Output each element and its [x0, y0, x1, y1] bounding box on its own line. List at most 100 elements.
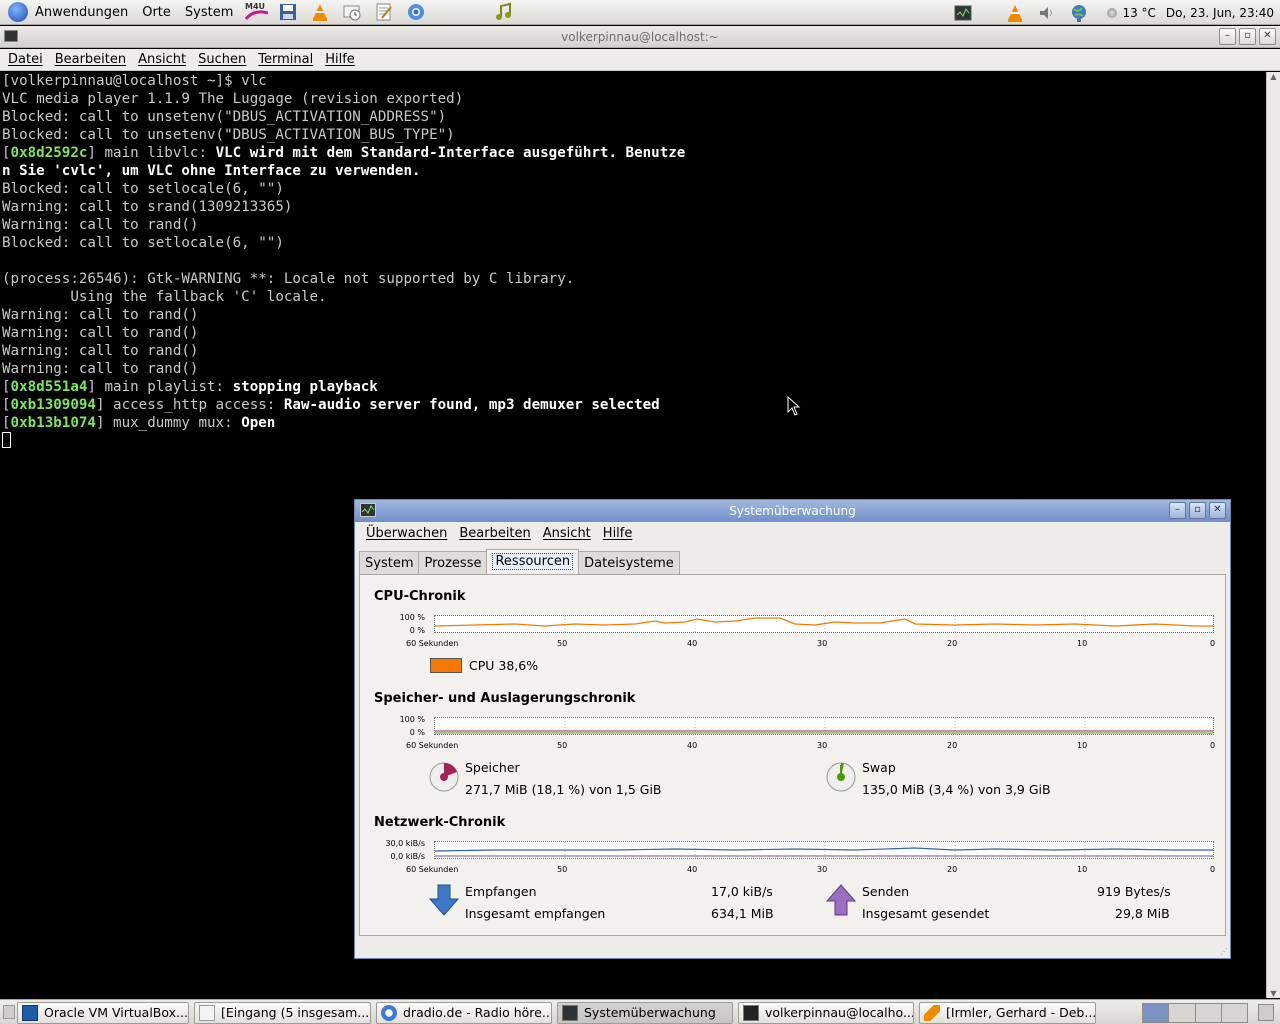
clock[interactable]: Do, 23. Jun, 23:40 — [1161, 6, 1280, 20]
taskbar-item-terminal[interactable]: volkerpinnau@localho... — [738, 1002, 914, 1024]
tab-ressourcen[interactable]: Ressourcen — [486, 549, 580, 575]
receive-rate: 17,0 kiB/s — [711, 884, 773, 899]
terminal-menu-terminal[interactable]: Terminal — [252, 49, 319, 71]
chrome-launcher-icon[interactable] — [404, 1, 428, 23]
taskbar-item-chrome[interactable]: dradio.de - Radio höre... — [376, 1002, 552, 1024]
system-monitor-window-icon[interactable] — [360, 503, 376, 517]
terminal-icon — [743, 1005, 759, 1021]
receive-arrow-icon[interactable] — [428, 883, 460, 917]
cpu-x-label-20: 20 — [947, 639, 958, 648]
sysmon-menu-ansicht[interactable]: Ansicht — [537, 523, 597, 545]
log-address: 0xb13b1074 — [10, 415, 96, 431]
terminal-line: [volkerpinnau@localhost ~]$ vlc — [2, 73, 267, 89]
menu-system[interactable]: System — [178, 0, 240, 25]
system-monitor-applet-icon[interactable] — [951, 2, 975, 24]
cpu-color-swatch[interactable] — [430, 658, 462, 673]
mem-x-label-40: 40 — [687, 741, 698, 750]
vlc-tray-icon[interactable] — [1003, 2, 1027, 24]
send-rate: 919 Bytes/s — [1097, 884, 1171, 899]
terminal-menu-ansicht[interactable]: Ansicht — [132, 49, 192, 71]
volume-icon[interactable] — [1035, 2, 1059, 24]
log-message-continued: n Sie 'cvlc', um VLC ohne Interface zu v… — [2, 163, 421, 179]
resize-grip-icon[interactable]: ⋰ — [1220, 947, 1228, 956]
terminal-menu-bearbeiten[interactable]: Bearbeiten — [49, 49, 132, 71]
mouse-pointer-icon — [787, 396, 801, 416]
terminal-line: Warning: call to rand() — [2, 325, 199, 341]
terminal-line: Blocked: call to setlocale(6, "") — [2, 235, 284, 251]
log-message: Raw-audio server found, mp3 demuxer sele… — [283, 397, 660, 413]
tab-prozesse[interactable]: Prozesse — [418, 551, 488, 575]
log-message: Open — [241, 415, 276, 431]
workspace-4[interactable] — [1221, 1004, 1247, 1022]
mem-y-min: 0 % — [409, 728, 425, 737]
terminal-titlebar[interactable]: volkerpinnau@localhost:~ – ▫ ✕ — [0, 26, 1280, 48]
sysmon-menu-bearbeiten[interactable]: Bearbeiten — [453, 523, 536, 545]
m4u-launcher-icon[interactable]: M4U — [244, 1, 269, 23]
terminal-close-button[interactable]: ✕ — [1259, 28, 1276, 45]
workspace-3[interactable] — [1195, 1004, 1222, 1022]
sysmon-minimize-button[interactable]: – — [1169, 502, 1186, 519]
distro-logo-icon[interactable] — [8, 2, 28, 22]
workspace-2[interactable] — [1169, 1004, 1196, 1022]
save-disk-launcher-icon[interactable] — [276, 1, 300, 23]
terminal-minimize-button[interactable]: – — [1219, 28, 1236, 45]
terminal-line: Warning: call to srand(1309213365) — [2, 199, 293, 215]
taskbar-item-systemmonitor[interactable]: Systemüberwachung — [557, 1002, 733, 1024]
menu-anwendungen[interactable]: Anwendungen — [28, 0, 135, 25]
terminal-window-icon[interactable] — [4, 30, 18, 42]
terminal-scrollbar[interactable]: ▲ ▼ — [1266, 72, 1280, 998]
log-message: stopping playback — [232, 379, 378, 395]
sysmon-menubar: Überwachen Bearbeiten Ansicht Hilfe — [355, 522, 1230, 546]
system-monitor-titlebar[interactable]: Systemüberwachung – ▫ ✕ — [355, 500, 1230, 522]
terminal-maximize-button[interactable]: ▫ — [1239, 28, 1256, 45]
terminal-menu-hilfe[interactable]: Hilfe — [319, 49, 361, 71]
taskbar-item-mail[interactable]: [Eingang (5 insgesam... — [194, 1002, 371, 1024]
workspace-1[interactable] — [1143, 1004, 1170, 1022]
memory-pie-icon[interactable] — [428, 761, 460, 793]
network-receive-line — [435, 847, 1213, 852]
scroll-down-arrow-icon[interactable]: ▼ — [1267, 989, 1280, 998]
mail-clock-launcher-icon[interactable] — [340, 1, 364, 23]
bottom-panel: Oracle VM VirtualBox... [Eingang (5 insg… — [0, 999, 1280, 1024]
net-x-label-0: 0 — [1210, 865, 1216, 874]
terminal-line: Warning: call to rand() — [2, 343, 199, 359]
net-x-label-30: 30 — [817, 865, 828, 874]
terminal-menu-datei[interactable]: Datei — [2, 49, 49, 71]
vlc-launcher-icon[interactable] — [308, 1, 332, 23]
receive-total-label: Insgesamt empfangen — [465, 906, 606, 921]
trash-icon[interactable] — [1258, 1004, 1274, 1021]
sysmon-tabs: System Prozesse Ressourcen Dateisysteme — [359, 549, 680, 575]
cpu-graph — [434, 615, 1214, 633]
system-monitor-icon — [562, 1005, 578, 1021]
vlc-icon — [924, 1005, 940, 1021]
taskbar-item-virtualbox[interactable]: Oracle VM VirtualBox... — [17, 1002, 189, 1024]
text-editor-launcher-icon[interactable] — [372, 1, 396, 23]
sysmon-close-button[interactable]: ✕ — [1209, 502, 1226, 519]
tab-dateisysteme[interactable]: Dateisysteme — [578, 551, 680, 575]
log-message: VLC wird mit dem Standard-Interface ausg… — [215, 145, 686, 161]
show-desktop-icon[interactable] — [3, 1005, 15, 1019]
scroll-up-arrow-icon[interactable]: ▲ — [1267, 72, 1280, 81]
net-x-label-10: 10 — [1077, 865, 1088, 874]
cpu-y-max: 100 % — [399, 613, 425, 622]
terminal-line: Warning: call to rand() — [2, 217, 199, 233]
net-x-label-40: 40 — [687, 865, 698, 874]
terminal-menu-suchen[interactable]: Suchen — [192, 49, 252, 71]
menu-orte[interactable]: Orte — [135, 0, 178, 25]
sysmon-maximize-button[interactable]: ▫ — [1189, 502, 1206, 519]
tab-system[interactable]: System — [359, 551, 420, 575]
swap-pie-icon[interactable] — [825, 761, 857, 793]
weather-temperature[interactable]: 13 °C — [1117, 6, 1160, 20]
taskbar-item-vlc[interactable]: [Irmler, Gerhard - Deb... — [919, 1002, 1096, 1024]
send-arrow-icon[interactable] — [825, 883, 857, 917]
sysmon-menu-ueberwachen[interactable]: Überwachen — [360, 523, 453, 545]
network-globe-icon[interactable] — [1067, 2, 1091, 24]
sysmon-menu-hilfe[interactable]: Hilfe — [597, 523, 639, 545]
log-module: main libvlc: — [95, 145, 216, 161]
music-launcher-icon[interactable] — [492, 1, 516, 23]
terminal-line: Warning: call to rand() — [2, 307, 199, 323]
net-x-label-60: 60 Sekunden — [406, 865, 459, 874]
system-monitor-window: Systemüberwachung – ▫ ✕ Überwachen Bearb… — [354, 499, 1231, 959]
workspace-switcher[interactable] — [1142, 1003, 1248, 1023]
network-graph — [434, 841, 1214, 859]
